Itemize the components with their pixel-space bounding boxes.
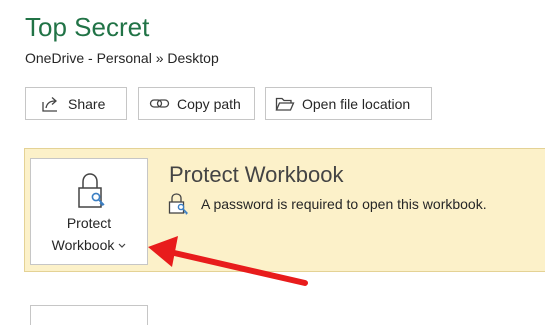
share-label: Share xyxy=(68,95,106,112)
document-location-path: OneDrive - Personal » Desktop xyxy=(25,50,219,66)
document-title: Top Secret xyxy=(25,12,150,42)
open-file-location-label: Open file location xyxy=(302,95,411,112)
lock-key-icon xyxy=(76,171,108,211)
protect-status-text: A password is required to open this work… xyxy=(201,196,487,212)
lock-key-icon xyxy=(167,191,191,215)
protect-button-label-text: Workbook xyxy=(51,237,115,253)
share-icon xyxy=(40,94,62,114)
copy-path-label: Copy path xyxy=(177,95,241,112)
next-action-button[interactable] xyxy=(30,305,148,325)
protect-workbook-heading: Protect Workbook xyxy=(169,162,344,187)
protect-button-label-line1: Protect xyxy=(66,215,112,231)
chevron-down-icon xyxy=(118,234,126,252)
share-button[interactable]: Share xyxy=(25,87,127,120)
copy-path-button[interactable]: Copy path xyxy=(138,87,255,120)
folder-open-icon xyxy=(274,94,296,114)
link-icon xyxy=(149,94,171,114)
protect-workbook-button[interactable]: Protect Workbook xyxy=(30,158,148,265)
protect-button-label-line2: Workbook xyxy=(31,234,147,254)
open-file-location-button[interactable]: Open file location xyxy=(265,87,432,120)
